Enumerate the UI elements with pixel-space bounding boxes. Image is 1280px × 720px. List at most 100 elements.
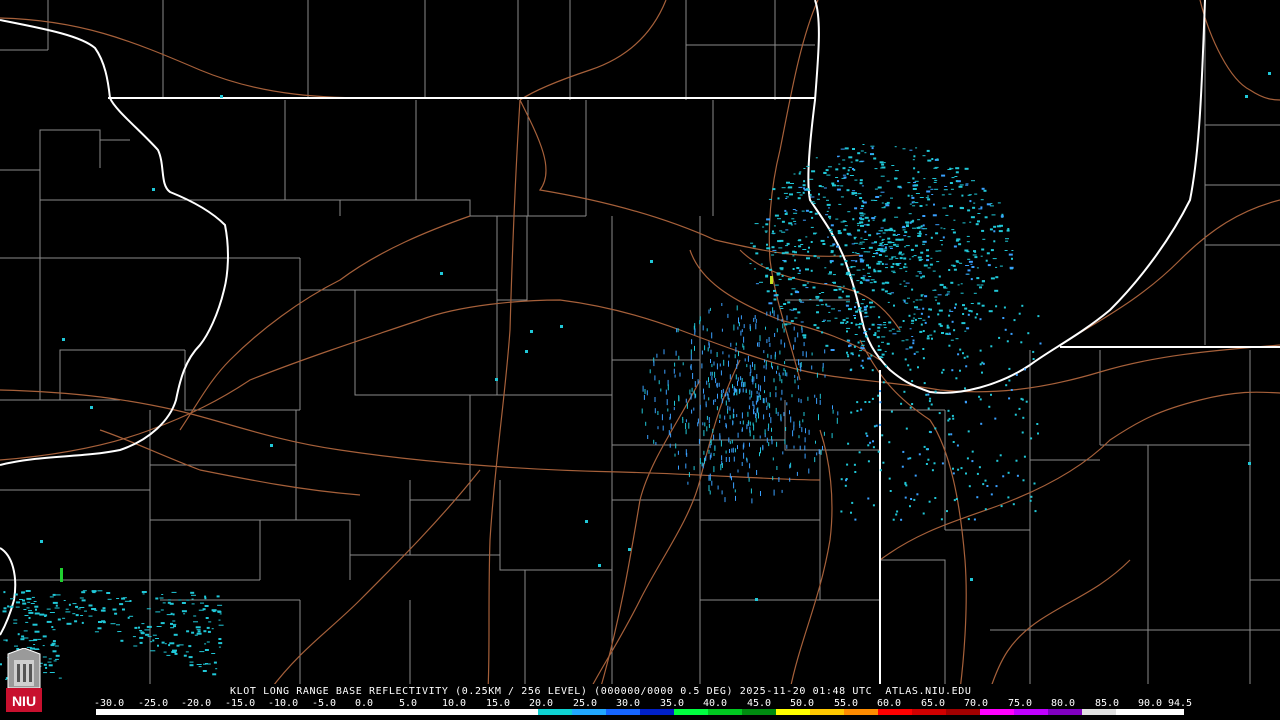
echo-pixel — [731, 476, 732, 481]
echo-pixel — [947, 169, 952, 170]
echo-pixel — [864, 401, 867, 403]
echo-pixel — [690, 349, 692, 355]
echo-pixel — [628, 548, 631, 551]
echo-pixel — [900, 518, 903, 521]
echo-pixel — [52, 640, 56, 643]
echo-pixel — [987, 264, 991, 267]
echo-pixel — [893, 304, 895, 307]
echo-pixel — [758, 384, 760, 391]
echo-pixel — [907, 182, 911, 184]
echo-pixel — [759, 435, 761, 439]
echo-pixel — [1021, 304, 1024, 307]
echo-pixel — [816, 304, 820, 306]
echo-pixel — [884, 246, 887, 249]
echo-pixel — [857, 193, 862, 195]
echo-pixel — [815, 157, 818, 159]
echo-pixel — [993, 230, 996, 233]
echo-pixel — [763, 414, 765, 420]
echo-pixel — [72, 603, 77, 605]
echo-pixel — [705, 455, 707, 461]
echo-pixel — [859, 179, 863, 182]
echo-pixel — [901, 238, 904, 241]
echo-pixel — [855, 310, 859, 313]
echo-pixel — [495, 378, 498, 381]
scale-label: -15.0 — [225, 698, 256, 709]
echo-pixel — [805, 209, 809, 212]
echo-pixel — [872, 219, 875, 221]
echo-pixel — [717, 393, 718, 399]
echo-pixel — [832, 409, 834, 414]
echo-pixel — [954, 306, 956, 309]
echo-pixel — [917, 366, 919, 369]
echo-pixel — [851, 266, 856, 268]
echo-pixel — [799, 194, 803, 196]
echo-pixel — [191, 598, 194, 600]
echo-pixel — [80, 615, 84, 616]
echo-pixel — [719, 420, 721, 423]
echo-pixel — [1024, 368, 1026, 371]
echo-pixel — [733, 386, 735, 392]
echo-pixel — [877, 186, 882, 189]
echo-pixel — [986, 252, 990, 255]
echo-pixel — [742, 420, 744, 425]
echo-pixel — [837, 310, 841, 312]
echo-pixel — [728, 360, 729, 367]
echo-pixel — [824, 374, 826, 378]
echo-pixel — [879, 423, 882, 426]
echo-pixel — [797, 311, 801, 314]
echo-pixel — [742, 388, 744, 393]
echo-pixel — [110, 623, 116, 625]
echo-pixel — [965, 401, 967, 404]
echo-pixel — [798, 245, 802, 248]
echo-pixel — [811, 216, 814, 219]
echo-pixel — [772, 457, 774, 461]
echo-pixel — [842, 174, 846, 176]
scale-color-step — [1014, 709, 1048, 715]
echo-pixel — [774, 252, 777, 254]
echo-pixel — [840, 478, 843, 481]
echo-pixel — [791, 394, 793, 398]
echo-pixel — [211, 628, 214, 630]
echo-pixel — [911, 288, 914, 291]
echo-pixel — [781, 389, 783, 395]
echo-pixel — [805, 287, 809, 289]
echo-pixel — [844, 484, 847, 487]
echo-pixel — [915, 147, 918, 149]
echo-pixel — [823, 171, 827, 174]
echo-pixel — [15, 606, 20, 608]
echo-pixel — [1009, 266, 1014, 269]
echo-pixel — [847, 234, 852, 236]
echo-pixel — [771, 439, 773, 445]
echo-pixel — [32, 623, 38, 626]
echo-pixel — [959, 184, 964, 186]
echo-pixel — [871, 147, 874, 150]
echo-pixel — [716, 352, 718, 357]
echo-pixel — [708, 382, 710, 388]
echo-pixel — [935, 299, 937, 301]
echo-pixel — [755, 283, 759, 285]
echo-pixel — [872, 256, 875, 258]
echo-pixel — [964, 249, 969, 252]
scale-label: 90.0 — [1138, 698, 1163, 709]
echo-pixel — [902, 450, 905, 453]
echo-pixel — [63, 600, 66, 601]
echo-pixel — [1007, 496, 1010, 499]
echo-pixel — [24, 615, 29, 616]
echo-pixel — [699, 458, 701, 464]
echo-pixel — [181, 610, 187, 613]
echo-pixel — [121, 597, 126, 600]
echo-pixel — [850, 260, 855, 262]
scale-color-step — [640, 709, 674, 715]
echo-pixel — [912, 159, 915, 161]
echo-pixel — [729, 441, 731, 445]
echo-pixel — [793, 173, 796, 175]
echo-pixel — [745, 390, 747, 393]
echo-pixel — [948, 344, 951, 347]
echo-pixel — [860, 215, 865, 217]
echo-pixel — [729, 374, 731, 380]
echo-pixel — [765, 223, 769, 226]
echo-pixel — [815, 440, 816, 444]
echo-pixel — [202, 608, 206, 611]
echo-pixel — [980, 422, 983, 425]
echo-pixel — [205, 617, 209, 619]
